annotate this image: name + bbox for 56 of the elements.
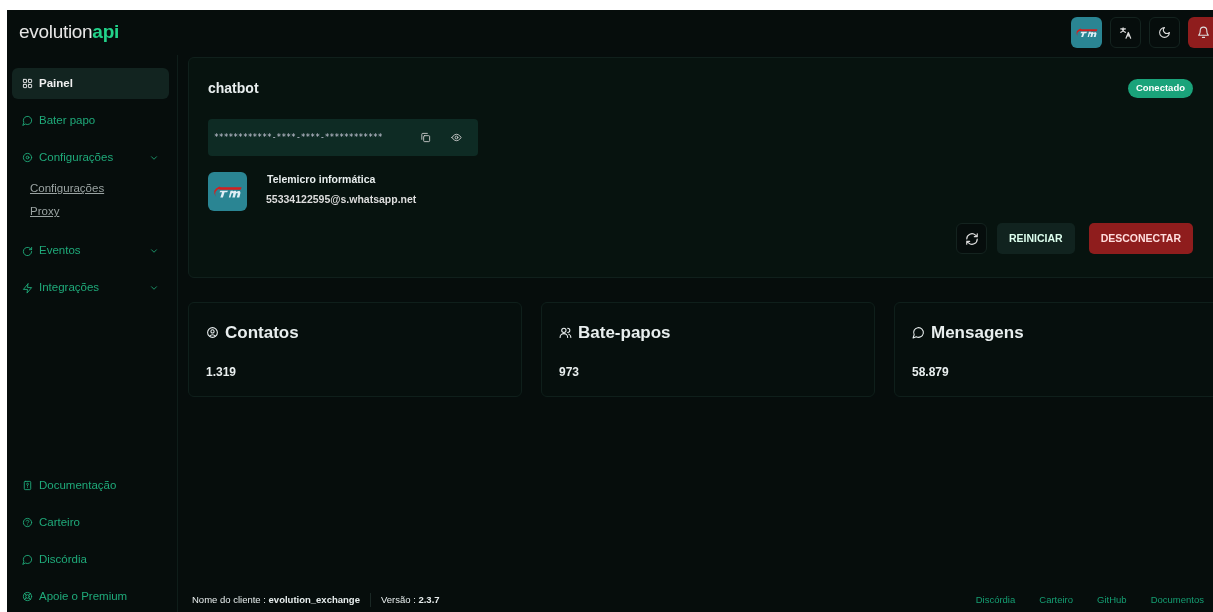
sidebar-link[interactable]: Documentação [12, 470, 169, 501]
api-key-field[interactable]: ************-****-****-************ [208, 119, 478, 156]
bell-icon [1197, 26, 1210, 39]
notifications-button[interactable] [1188, 17, 1213, 48]
lifebuoy-icon [22, 591, 33, 602]
language-button[interactable] [1110, 17, 1141, 48]
copy-icon [420, 132, 431, 143]
moon-icon [1158, 26, 1171, 39]
grid-icon [22, 78, 33, 89]
settings-icon [22, 152, 33, 163]
sidebar-item[interactable]: Bater papo [12, 105, 169, 136]
chevron-down-icon [149, 283, 159, 293]
stat-value: 1.319 [206, 363, 238, 381]
chat-bubble-icon [22, 554, 33, 565]
footer-link[interactable]: GitHub [1097, 592, 1127, 608]
stat-title: Mensagens [931, 322, 1024, 344]
sidebar-subitem[interactable]: Proxy [12, 200, 169, 224]
lightning-icon [22, 282, 33, 294]
disconnect-button[interactable]: DESCONECTAR [1088, 223, 1193, 254]
help-icon [22, 517, 33, 528]
eye-icon [451, 132, 462, 143]
document-icon [22, 480, 33, 491]
sidebar-link[interactable]: Carteiro [12, 507, 169, 538]
translate-icon [1118, 25, 1133, 40]
version-text: Versão : 2.3.7 [380, 592, 440, 607]
stat-title: Contatos [225, 322, 299, 344]
sidebar-item[interactable]: Integrações [12, 272, 169, 304]
refresh-icon [22, 245, 33, 257]
stat-value: 58.879 [912, 363, 950, 381]
evolution-api-logo: evolutionapi [19, 20, 119, 45]
sidebar-item[interactable]: Eventos [12, 235, 169, 267]
footer-link[interactable]: Carteiro [1039, 592, 1074, 608]
chat-bubble-icon [22, 115, 33, 126]
profile-name: Telemicro informática [267, 172, 377, 187]
instance-name: chatbot [208, 79, 259, 98]
user-circle-icon [206, 326, 219, 340]
restart-button[interactable]: REINICIAR [997, 223, 1075, 254]
stat-title: Bate-papos [578, 322, 671, 344]
footer-link[interactable]: Documentos [1150, 592, 1204, 608]
profile-number: 55334122595@s.whatsapp.net [266, 191, 417, 207]
theme-toggle-button[interactable] [1149, 17, 1180, 48]
sidebar-link[interactable]: Apoie o Premium [12, 581, 169, 612]
refresh-button[interactable] [956, 223, 987, 254]
client-name: Nome do cliente : evolution_exchange [192, 592, 360, 607]
avatar-button[interactable] [1071, 17, 1102, 48]
status-badge: Conectado [1127, 79, 1193, 98]
sidebar-link[interactable]: Discórdia [12, 544, 169, 575]
stat-value: 973 [559, 363, 581, 381]
refresh-icon [964, 231, 979, 246]
sidebar-item[interactable]: Painel [12, 68, 169, 99]
chevron-down-icon [149, 246, 159, 256]
users-icon [559, 326, 572, 340]
sidebar-subitem[interactable]: Configurações [12, 177, 169, 201]
chat-bubble-icon [912, 326, 925, 340]
sidebar-item[interactable]: Configurações [12, 142, 169, 173]
footer-link[interactable]: Discórdia [975, 592, 1016, 608]
